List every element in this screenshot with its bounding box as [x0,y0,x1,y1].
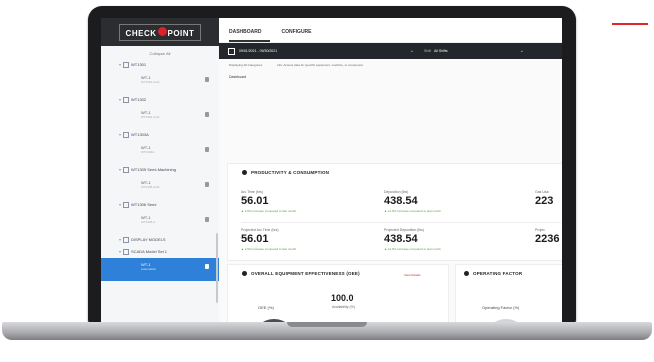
divider [241,222,561,223]
equipment-tree: ▾ WT1301 WT-1 WT1301-A-01 ▾ WT1302 WT-1 WT1302-… [101,56,219,281]
tree-child-item[interactable]: WT-1 WT1303A [101,141,219,164]
shift-label: Shift [424,49,432,53]
displaying-label: Displaying All Categories [229,63,263,67]
chevron-down-icon: ⌄ [519,48,524,54]
main-panel: DASHBOARD CONFIGURE 09/01/2021 - 09/30/2… [219,18,562,324]
expand-toggle-icon[interactable]: ▾ [119,237,121,242]
tree-group-label: WT1301 [131,62,147,67]
logo-bar: CHECK POINT [101,18,219,46]
decorative-accent-line [612,23,648,25]
brand-logo[interactable]: CHECK POINT [118,23,202,41]
tree-child-item[interactable]: WT-1 WT1302-A-01 [101,106,219,129]
tree-group-label: SCADA Model Set 1 [131,249,168,254]
section-icon [242,170,247,176]
info-note: Info: Access data for specific equipment… [277,63,363,67]
filter-bar: 09/01/2021 - 09/30/2021 ⌄ Shift All Shif… [219,43,562,59]
availability-label: Availability (%) [332,305,355,309]
delete-icon[interactable] [205,264,209,269]
operating-factor-title: OPERATING FACTOR [456,265,562,277]
chevron-down-icon: ⌄ [409,48,414,54]
shift-select[interactable]: Shift All Shifts ⌄ [424,48,534,54]
delete-icon[interactable] [205,217,209,222]
view-details-link[interactable]: View Details [404,273,420,277]
section-icon [464,271,469,277]
oee-gauge-label: OEE (%) [258,305,274,310]
tree-group-item[interactable]: ▾ DISPLAY MODELS [101,234,219,246]
metric-gas-usage: Gas Usa 223 [535,190,554,207]
tree-group-item[interactable]: ▾ WT1306 Semi [101,199,219,211]
sidebar-scrollbar[interactable] [216,233,218,303]
folder-icon [123,131,130,138]
metric-deposition: Deposition (lbs) 438.54 ▲ 12.6% Increase… [384,190,441,213]
logo-badge-icon [157,26,167,36]
tree-group-item[interactable]: ▾ WT1301 [101,59,219,71]
tree-group-label: WT1305 Semi-Machining [131,167,176,172]
tree-group-label: WT1306 Semi [131,202,157,207]
metric-projected-deposition: Projected Deposition (lbs) 438.54 ▲ 12.6… [384,228,441,251]
folder-icon [123,96,130,103]
delete-icon[interactable] [205,77,209,82]
date-range-value: 09/01/2021 - 09/30/2021 [239,49,278,53]
oee-card: OVERALL EQUIPMENT EFFECTIVENESS (OEE) Vi… [227,264,449,324]
tree-child-item[interactable]: WT-1 WT1301-A-01 [101,71,219,94]
tree-group-item[interactable]: ▾ WT1305 Semi-Machining [101,164,219,176]
info-line: Displaying All Categories Info: Access d… [219,59,562,73]
tree-child-item[interactable]: WT-1 Automation [101,258,219,281]
date-range-picker[interactable]: 09/01/2021 - 09/30/2021 ⌄ [228,47,424,55]
delete-icon[interactable] [205,147,209,152]
folder-icon [123,236,130,243]
category-filter[interactable]: All Categories [244,63,263,67]
operating-factor-card: OPERATING FACTOR Operating Factor (%) [455,264,562,324]
tree-child-item[interactable]: WT-1 WT1305-A-01 [101,176,219,199]
page-title: Dashboard [229,75,247,79]
tab-configure[interactable]: CONFIGURE [282,29,320,42]
productivity-card: PRODUCTIVITY & CONSUMPTION Arc Time (hrs… [227,163,562,261]
laptop-notch [287,322,367,327]
delete-icon[interactable] [205,182,209,187]
expand-toggle-icon[interactable]: ▾ [119,202,121,207]
folder-icon [123,166,130,173]
tree-group-label: DISPLAY MODELS [131,237,166,242]
tab-dashboard[interactable]: DASHBOARD [229,29,270,42]
folder-icon [123,61,130,68]
tab-bar: DASHBOARD CONFIGURE [219,18,562,43]
metric-projected-arc-time: Projected Arc Time (hrs) 56.01 ▲ 2.5% In… [241,228,297,251]
expand-toggle-icon[interactable]: ▾ [119,167,121,172]
expand-toggle-icon[interactable]: ▾ [119,97,121,102]
availability-value: 100.0 [331,293,354,303]
calendar-icon [228,47,235,55]
productivity-title: PRODUCTIVITY & CONSUMPTION [228,164,562,176]
tree-group-item[interactable]: ▾ WT1303A [101,129,219,141]
logo-text-left: CHECK [125,28,157,38]
expand-toggle-icon[interactable]: ▾ [119,249,121,254]
tree-group-item[interactable]: ▾ WT1302 [101,94,219,106]
app-screen: CHECK POINT Collapse All ▾ WT1301 WT-1 WT130… [101,18,562,324]
tree-group-label: WT1302 [131,97,147,102]
folder-icon [123,201,130,208]
tree-child-item[interactable]: WT-1 WT1306-A [101,211,219,234]
metric-projected-gas: Projec 2236 [535,228,560,245]
metric-arc-time: Arc Time (hrs) 56.01 ▲ 2.5% Increase com… [241,190,297,213]
logo-text-right: POINT [167,28,195,38]
expand-toggle-icon[interactable]: ▾ [119,62,121,67]
delete-icon[interactable] [205,112,209,117]
folder-icon [123,248,130,255]
sidebar: CHECK POINT Collapse All ▾ WT1301 WT-1 WT130… [101,18,220,324]
tree-group-item[interactable]: ▾ SCADA Model Set 1 [101,246,219,258]
section-icon [242,271,247,277]
operating-gauge-label: Operating Factor (%) [482,305,520,310]
shift-value: All Shifts [434,49,448,53]
tree-group-label: WT1303A [131,132,149,137]
expand-toggle-icon[interactable]: ▾ [119,132,121,137]
